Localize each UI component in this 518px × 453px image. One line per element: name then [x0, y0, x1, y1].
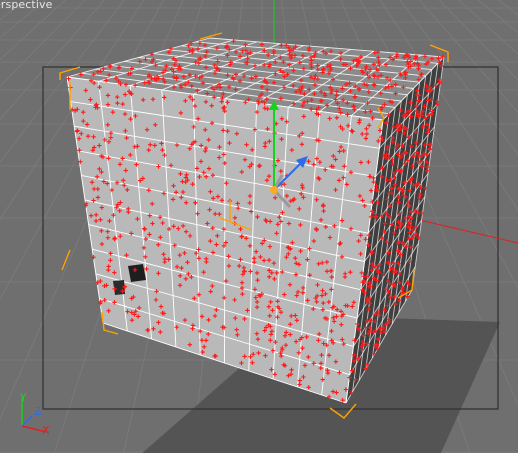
gizmo-center-handle — [270, 186, 278, 194]
cube-hole — [128, 264, 146, 282]
axis-z-label: Z — [34, 405, 42, 418]
axis-orientation-icon: Y Z X — [8, 392, 64, 442]
3d-viewport[interactable]: erspective Y Z X — [0, 0, 518, 453]
axis-x-label: X — [42, 424, 50, 437]
viewport-label[interactable]: erspective — [0, 0, 52, 11]
scene-canvas[interactable] — [0, 0, 518, 453]
axis-y-label: Y — [20, 391, 27, 404]
